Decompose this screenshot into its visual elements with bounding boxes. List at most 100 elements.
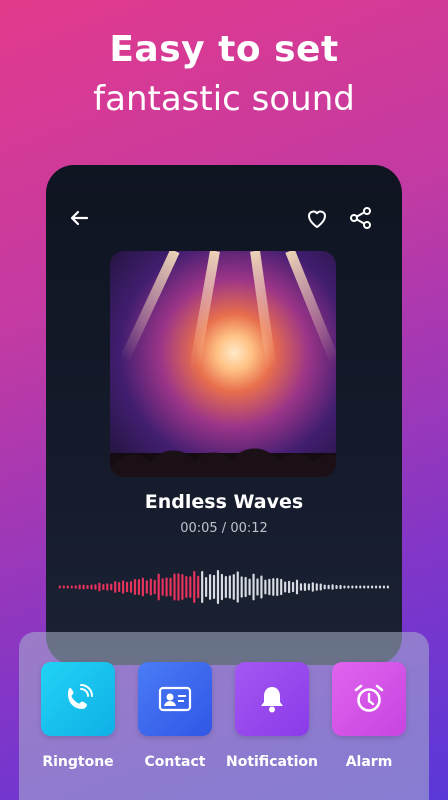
headline: Easy to set fantastic sound [0, 28, 448, 122]
waveform-bar [62, 585, 65, 589]
headline-line2: fantastic sound [93, 79, 355, 119]
contact-label: Contact [144, 754, 206, 770]
waveform-bar [70, 585, 73, 589]
bell-icon [261, 687, 283, 713]
waveform-bar [197, 575, 200, 599]
waveform-bar [216, 569, 220, 604]
waveform-bar [129, 581, 133, 593]
waveform-bar [256, 578, 259, 596]
audio-waveform[interactable] [58, 567, 390, 607]
waveform-bar [339, 584, 342, 590]
waveform-bar [82, 584, 85, 590]
heart-icon[interactable] [304, 205, 330, 231]
waveform-bar [244, 576, 247, 598]
waveform-bar [86, 584, 89, 590]
waveform-bar [141, 577, 144, 597]
waveform-bar [232, 574, 235, 600]
waveform-bar [224, 575, 227, 599]
waveform-bar [335, 585, 338, 589]
waveform-bar [145, 580, 148, 594]
waveform-bar [66, 585, 69, 589]
ringtone-action[interactable]: Ringtone [41, 662, 115, 770]
song-title: Endless Waves [144, 491, 304, 513]
time-separator: / [217, 521, 231, 536]
contact-card-icon [158, 686, 192, 712]
waveform-bar [228, 575, 231, 599]
ringtone-tile[interactable] [41, 662, 115, 736]
waveform-bar [347, 585, 350, 589]
player-topbar [46, 205, 402, 231]
waveform-bar [220, 573, 224, 601]
waveform-bar [58, 585, 61, 589]
waveform-bar [208, 574, 212, 600]
contact-action[interactable]: Contact [138, 662, 212, 770]
waveform-bar [355, 585, 358, 589]
waveform-bar [240, 576, 243, 598]
waveform-bar [169, 577, 172, 597]
waveform-bar [378, 585, 382, 589]
headline-line1: Easy to set [109, 29, 339, 70]
waveform-bar [110, 583, 113, 591]
waveform-bar [74, 585, 77, 589]
waveform-bar [114, 581, 117, 593]
back-arrow-icon[interactable] [66, 205, 92, 231]
waveform-bar [264, 579, 267, 595]
time-total: 00:12 [230, 521, 268, 536]
notification-tile[interactable] [235, 662, 309, 736]
waveform-bar [248, 578, 251, 596]
waveform-bar [260, 575, 263, 599]
waveform-bar [185, 576, 188, 598]
waveform-bar [307, 583, 310, 591]
waveform-bar [276, 577, 279, 597]
share-icon[interactable] [348, 205, 374, 231]
waveform-bar [177, 573, 180, 601]
waveform-bar [268, 578, 271, 596]
waveform-bar [303, 582, 307, 592]
waveform-bar [122, 580, 125, 594]
waveform-bar [382, 585, 386, 589]
waveform-bar [319, 583, 322, 591]
waveform-bar [133, 579, 137, 595]
waveform-bar [323, 584, 326, 590]
waveform-bar [149, 578, 152, 596]
waveform-bar [327, 584, 330, 590]
waveform-bar [118, 582, 121, 593]
phone-ringing-icon [68, 684, 93, 709]
waveform-bar [284, 581, 287, 593]
time-current: 00:05 [180, 521, 218, 536]
waveform-bar [90, 584, 93, 590]
waveform-bar [157, 573, 160, 601]
waveform-bar [331, 584, 334, 590]
player-card: Endless Waves 00:05 / 00:12 [46, 165, 402, 665]
waveform-bar [272, 578, 275, 596]
alarm-action[interactable]: Alarm [332, 662, 406, 770]
ringtone-label: Ringtone [42, 754, 114, 770]
waveform-bar [94, 584, 97, 590]
notification-action[interactable]: Notification [226, 662, 318, 770]
waveform-bar [288, 580, 291, 594]
waveform-bar [299, 583, 303, 591]
waveform-bar [315, 583, 318, 591]
waveform-bar [153, 579, 156, 595]
waveform-bar [311, 582, 314, 592]
alarm-tile[interactable] [332, 662, 406, 736]
waveform-bar [386, 585, 390, 589]
waveform-bar [201, 570, 204, 604]
waveform-bar [106, 583, 109, 591]
waveform-bar [137, 579, 141, 595]
waveform-bar [371, 585, 374, 589]
alarm-label: Alarm [345, 754, 393, 770]
waveform-bar [374, 585, 378, 589]
waveform-bar [125, 581, 129, 593]
waveform-bar [173, 573, 176, 601]
waveform-bar [78, 584, 81, 590]
waveform-bar [212, 574, 216, 600]
waveform-bar [291, 581, 295, 593]
waveform-bar [343, 585, 346, 589]
waveform-bar [252, 573, 255, 601]
waveform-bar [351, 585, 354, 589]
waveform-bar [161, 578, 164, 596]
waveform-bar [367, 585, 370, 589]
contact-tile[interactable] [138, 662, 212, 736]
waveform-bar [363, 585, 366, 589]
